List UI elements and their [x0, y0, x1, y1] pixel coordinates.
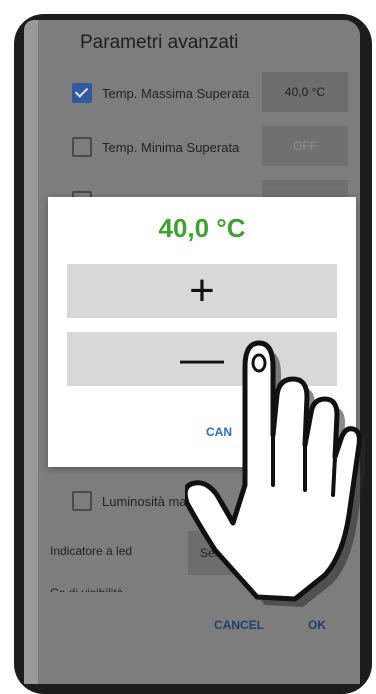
ok-button[interactable]: OK [308, 618, 326, 632]
panel-title: Parametri avanzati [80, 32, 239, 53]
increment-button[interactable]: + [67, 264, 337, 318]
checkbox-temp-max[interactable] [72, 83, 92, 103]
setting-label-temp-max: Temp. Massima Superata [102, 86, 250, 101]
dialog-value: 40,0 °C [158, 213, 246, 243]
temp-max-value-button[interactable]: 40,0 °C [262, 72, 348, 112]
checkbox-luminosity[interactable] [72, 491, 92, 511]
cancel-button[interactable]: CANCEL [214, 618, 264, 632]
checkbox-temp-min[interactable] [72, 137, 92, 157]
setting-label-temp-min: Temp. Minima Superata [102, 140, 240, 155]
hand-pointer-icon [185, 340, 365, 607]
temp-min-value-button[interactable]: OFF [262, 126, 348, 166]
partial-setting-label: Co di visibilità [50, 586, 123, 592]
led-indicator-label: Indicatore a led [50, 544, 133, 558]
